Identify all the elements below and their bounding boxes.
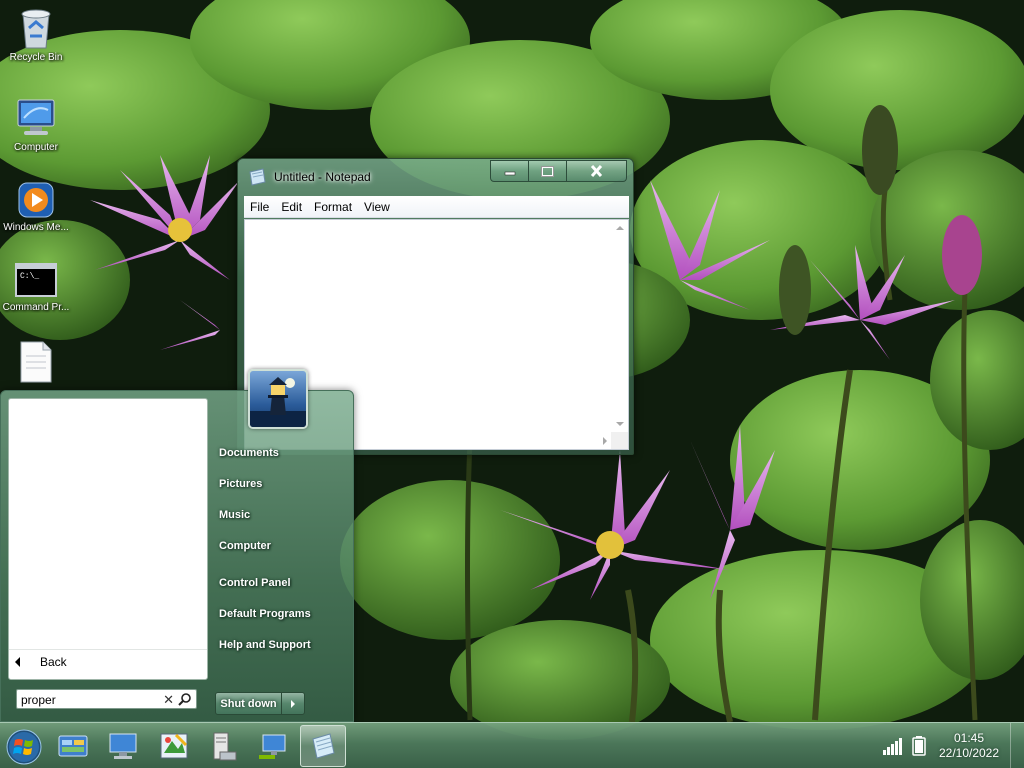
back-label: Back <box>40 654 67 669</box>
notepad-titlebar[interactable]: Untitled - Notepad <box>238 159 633 193</box>
notepad-app-icon <box>249 168 266 186</box>
scroll-right-arrow[interactable] <box>603 437 607 445</box>
shutdown-button[interactable]: Shut down <box>216 693 282 714</box>
maximize-icon <box>541 165 554 177</box>
taskbar-paint[interactable] <box>151 725 197 767</box>
back-arrow-icon <box>15 656 20 667</box>
programs-list-panel: Back <box>8 398 208 680</box>
desktop-icon-command-prompt[interactable]: C:\_ Command Pr... <box>0 262 72 313</box>
search-box: ✕ <box>16 689 197 709</box>
desktop-icon-text-document[interactable] <box>0 340 72 386</box>
start-item-computer[interactable]: Computer <box>219 540 271 552</box>
taskbar-file-server[interactable] <box>199 725 245 767</box>
file-server-icon <box>213 732 237 761</box>
minimize-button[interactable] <box>490 160 529 182</box>
clock-time: 01:45 <box>953 731 985 745</box>
recycle-bin-icon <box>21 9 51 49</box>
shutdown-options-button[interactable] <box>282 693 304 714</box>
search-icon[interactable] <box>178 692 192 706</box>
close-icon <box>590 165 603 177</box>
maximize-button[interactable] <box>529 160 567 182</box>
taskbar-remote-desktop[interactable] <box>100 725 146 767</box>
clear-search-icon[interactable]: ✕ <box>163 692 174 708</box>
taskbar-control-panel[interactable] <box>50 725 96 767</box>
taskbar: 01:45 22/10/2022 <box>0 722 1024 768</box>
computer-icon <box>17 99 55 135</box>
svg-text:C:\_: C:\_ <box>20 272 39 281</box>
command-prompt-icon: C:\_ <box>15 263 57 297</box>
paint-icon <box>160 733 188 759</box>
back-button[interactable]: Back <box>9 649 207 673</box>
lighthouse-icon <box>250 377 306 427</box>
start-item-default-programs[interactable]: Default Programs <box>219 608 311 620</box>
user-account-picture[interactable] <box>248 369 308 429</box>
close-button[interactable] <box>567 160 627 182</box>
signal-strength-icon[interactable] <box>882 737 904 755</box>
menu-format[interactable]: Format <box>308 200 358 214</box>
desktop-icon-label: Command Pr... <box>2 302 70 313</box>
taskbar-notepad[interactable] <box>300 725 346 767</box>
desktop-icon-recycle-bin[interactable]: Recycle Bin <box>0 4 72 63</box>
vertical-scrollbar[interactable] <box>611 220 628 432</box>
minimize-icon <box>504 171 515 176</box>
scrollbar-corner <box>611 432 628 449</box>
desktop-icon-label: Recycle Bin <box>9 52 63 63</box>
start-item-documents[interactable]: Documents <box>219 447 279 459</box>
network-computer-icon <box>259 734 286 759</box>
chevron-right-icon <box>291 699 295 708</box>
desktop-icon-computer[interactable]: Computer <box>0 98 72 153</box>
menu-bar: File Edit Format View <box>244 196 629 218</box>
scroll-up-arrow[interactable] <box>616 226 624 230</box>
start-item-music[interactable]: Music <box>219 509 250 521</box>
desktop-icon-label: Computer <box>14 142 58 153</box>
windows-start-orb-icon[interactable] <box>5 728 43 766</box>
shutdown-button-group: Shut down <box>215 692 305 715</box>
start-item-help-and-support[interactable]: Help and Support <box>219 639 311 651</box>
menu-file[interactable]: File <box>244 200 275 214</box>
remote-desktop-icon <box>109 733 137 759</box>
control-panel-icon <box>58 735 88 757</box>
caption-buttons <box>490 160 627 183</box>
clock-date: 22/10/2022 <box>938 746 1000 760</box>
text-document-icon <box>20 341 52 383</box>
desktop-icon-windows-media-player[interactable]: Windows Me... <box>0 180 72 233</box>
start-menu: Back ✕ Documents Pictures Music Computer… <box>0 369 354 722</box>
battery-icon[interactable] <box>912 736 926 756</box>
window-title: Untitled - Notepad <box>274 170 371 184</box>
start-item-control-panel[interactable]: Control Panel <box>219 577 291 589</box>
menu-edit[interactable]: Edit <box>275 200 308 214</box>
taskbar-network-computer[interactable] <box>250 725 296 767</box>
start-item-pictures[interactable]: Pictures <box>219 478 262 490</box>
search-input[interactable] <box>21 692 161 707</box>
menu-view[interactable]: View <box>358 200 396 214</box>
system-clock[interactable]: 01:45 22/10/2022 <box>933 731 1005 761</box>
show-desktop-button[interactable] <box>1010 723 1024 768</box>
notepad-icon <box>312 733 335 759</box>
windows-media-player-icon <box>18 182 54 218</box>
scroll-down-arrow[interactable] <box>616 422 624 426</box>
desktop-icon-label: Windows Me... <box>3 222 69 233</box>
